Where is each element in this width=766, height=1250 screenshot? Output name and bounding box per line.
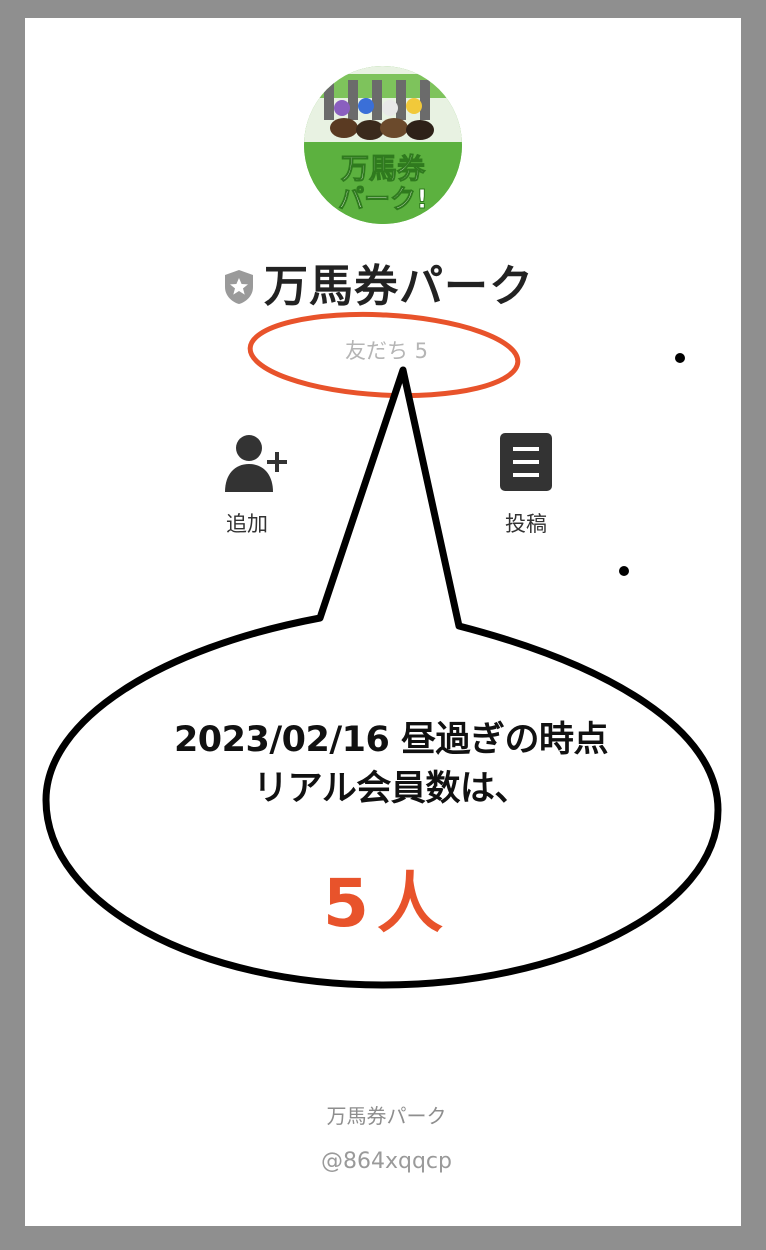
highlight-circle xyxy=(247,311,521,399)
annotation-overlay xyxy=(42,311,722,989)
annotation-line2: リアル会員数は、 xyxy=(253,769,529,809)
annotation-line1: 2023/02/16 昼過ぎの時点 xyxy=(173,720,609,760)
dot-mark xyxy=(619,566,629,576)
dot-mark xyxy=(675,353,685,363)
annotation-count: 5人 xyxy=(323,865,451,942)
